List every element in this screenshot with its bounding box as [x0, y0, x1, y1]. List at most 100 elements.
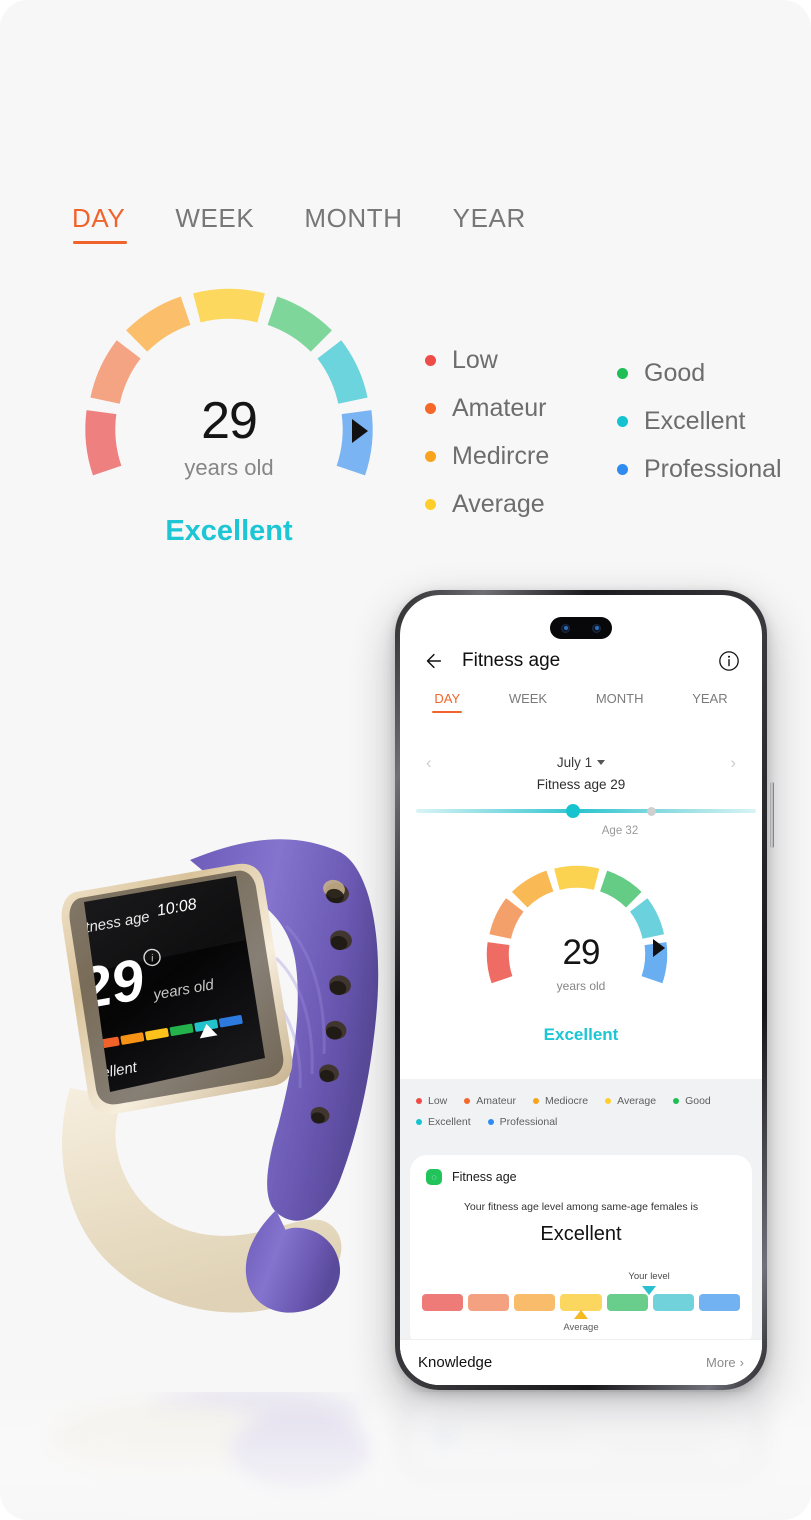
- fitness-age-slider-label: Fitness age 29: [536, 777, 626, 792]
- phone-legend-row-2: Excellent Professional: [416, 1116, 746, 1128]
- date-navigator: ‹ July 1 ›: [400, 750, 762, 774]
- legend-label: Good: [644, 358, 706, 387]
- knowledge-card-level: Excellent: [540, 1223, 622, 1245]
- legend-dot-icon: [487, 1119, 494, 1125]
- tab-day[interactable]: DAY: [72, 203, 128, 244]
- phone-tab-day[interactable]: DAY: [434, 691, 460, 713]
- reflection-gradient: [0, 1392, 811, 1520]
- legend-label: Good: [685, 1095, 711, 1107]
- camera-icon: [561, 623, 570, 633]
- legend-dot-icon: [617, 463, 628, 475]
- date-selector[interactable]: July 1: [556, 754, 606, 770]
- phone-legend-item-professional: Professional: [487, 1116, 557, 1128]
- fitness-age-gauge: 29 years old Excellent: [66, 283, 392, 553]
- phone-screen: Fitness age DAY WEEK MONTH YEAR ‹ July 1: [400, 595, 762, 1385]
- dynamic-island: [550, 617, 612, 639]
- phone-gauge-value: 29: [562, 933, 601, 972]
- tab-week[interactable]: WEEK: [175, 203, 254, 244]
- legend-label: Amateur: [476, 1095, 516, 1107]
- page-title: Fitness age: [462, 650, 561, 671]
- legend-label: Amateur: [452, 393, 547, 422]
- date-label-text: July 1: [556, 754, 593, 770]
- page-root: DAY WEEK MONTH YEAR 29 years old Excelle…: [0, 0, 811, 1520]
- top-tab-bar: DAY WEEK MONTH YEAR: [72, 203, 526, 244]
- more-label: More: [706, 1355, 736, 1370]
- legend-label: Excellent: [428, 1116, 471, 1128]
- level-bar: [422, 1294, 464, 1311]
- legend-label: Low: [428, 1095, 448, 1107]
- legend-item-excellent: Excellent: [617, 397, 782, 445]
- legend-item-good: Good: [617, 349, 782, 397]
- legend-dot-icon: [617, 367, 628, 379]
- legend-item-average: Average: [425, 480, 595, 528]
- level-bar: [514, 1294, 556, 1311]
- chevron-right-icon[interactable]: ›: [730, 754, 736, 771]
- average-label: Average: [563, 1322, 599, 1333]
- legend-dot-icon: [425, 450, 436, 462]
- camera-icon: [592, 623, 601, 633]
- app-header: Fitness age: [400, 639, 762, 683]
- chevron-left-icon[interactable]: ‹: [426, 754, 432, 771]
- legend-item-professional: Professional: [617, 445, 782, 493]
- phone-legend-item-excellent: Excellent: [416, 1116, 471, 1128]
- legend-dot-icon: [464, 1098, 471, 1104]
- legend-dot-icon: [532, 1098, 539, 1104]
- level-bars-chart: Your level Average: [422, 1271, 740, 1333]
- info-circle-icon[interactable]: [718, 650, 740, 672]
- surface-reflection: [0, 1392, 811, 1520]
- legend-label: Professional: [644, 454, 782, 483]
- tab-month[interactable]: MONTH: [304, 203, 402, 244]
- legend-label: Average: [452, 489, 545, 518]
- gauge-value: 29: [201, 392, 258, 450]
- phone-legend-item-good: Good: [673, 1095, 711, 1107]
- phone-legend-item-average: Average: [605, 1095, 656, 1107]
- back-arrow-icon[interactable]: [422, 650, 444, 672]
- phone-legend-row-1: Low Amateur Mediocre Average Good: [416, 1095, 746, 1107]
- phone-gauge-level-label: Excellent: [543, 1025, 619, 1044]
- knowledge-more-link[interactable]: More ›: [706, 1355, 744, 1370]
- legend-item-low: Low: [425, 336, 595, 384]
- fitness-age-slider[interactable]: [416, 803, 756, 819]
- knowledge-footer: Knowledge More ›: [400, 1339, 762, 1385]
- level-bar: [468, 1294, 510, 1311]
- phone-side-button[interactable]: [770, 782, 774, 848]
- legend-item-amateur: Amateur: [425, 384, 595, 432]
- phone-legend-item-amateur: Amateur: [464, 1095, 516, 1107]
- phone-fitness-age-gauge: 29 years old Excellent: [481, 857, 681, 1057]
- gauge-level-label: Excellent: [165, 515, 293, 547]
- legend-item-mediocre: Medircre: [425, 432, 595, 480]
- legend-column-1: Low Amateur Medircre Average: [425, 336, 595, 528]
- phone-legend: Low Amateur Mediocre Average Good Excell…: [400, 1095, 762, 1128]
- legend-label: Average: [617, 1095, 657, 1107]
- knowledge-footer-title: Knowledge: [418, 1354, 493, 1371]
- phone-tab-week[interactable]: WEEK: [509, 691, 547, 713]
- legend-label: Mediocre: [544, 1095, 589, 1107]
- slider-reference-label: Age 32: [601, 825, 639, 837]
- slider-track: [416, 809, 756, 813]
- knowledge-card-header: ◌ Fitness age: [410, 1155, 752, 1185]
- slider-knob[interactable]: [566, 804, 580, 818]
- legend-label: Medircre: [452, 441, 550, 470]
- legend-column-2: Good Excellent Professional: [617, 336, 782, 528]
- level-bar: [652, 1294, 694, 1311]
- phone-gauge-unit: years old: [556, 979, 606, 993]
- legend-dot-icon: [425, 354, 436, 366]
- chevron-right-icon: ›: [739, 1355, 744, 1370]
- legend-label: Low: [452, 345, 498, 374]
- phone-legend-item-low: Low: [416, 1095, 447, 1107]
- your-level-label: Your level: [628, 1271, 670, 1282]
- caret-down-icon: [597, 759, 606, 765]
- gauge-unit: years old: [184, 455, 274, 480]
- legend-dot-icon: [605, 1098, 612, 1104]
- phone-tab-year[interactable]: YEAR: [692, 691, 727, 713]
- legend-dot-icon: [416, 1119, 422, 1125]
- phone-tab-month[interactable]: MONTH: [596, 691, 644, 713]
- average-marker-icon: [574, 1310, 588, 1319]
- legend-dot-icon: [416, 1098, 422, 1104]
- knowledge-card-title: Fitness age: [452, 1170, 517, 1184]
- knowledge-card[interactable]: ◌ Fitness age Your fitness age level amo…: [410, 1155, 752, 1349]
- legend-dot-icon: [425, 402, 436, 414]
- tab-year[interactable]: YEAR: [453, 203, 526, 244]
- phone-tab-bar: DAY WEEK MONTH YEAR: [400, 691, 762, 713]
- legend-label: Excellent: [644, 406, 746, 435]
